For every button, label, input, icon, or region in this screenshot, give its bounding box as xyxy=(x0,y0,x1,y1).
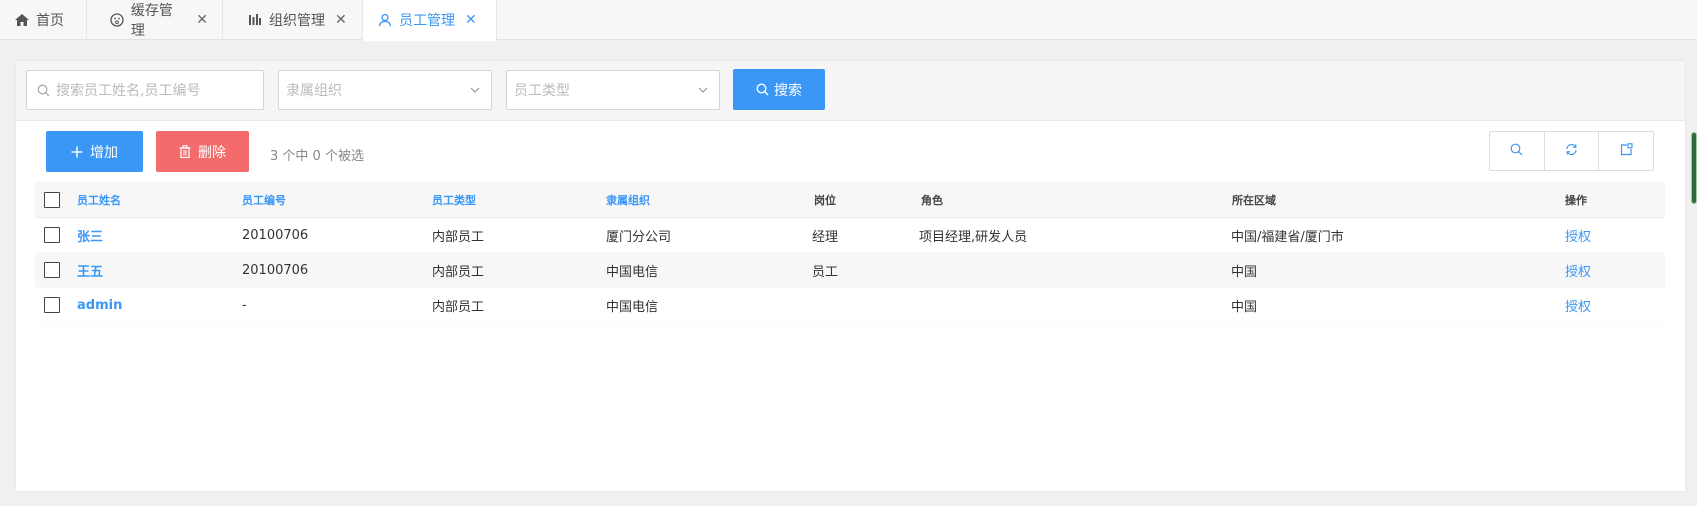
tab-label: 组织管理 xyxy=(269,13,325,29)
cell-type: 内部员工 xyxy=(432,264,485,280)
authorize-link[interactable]: 授权 xyxy=(1565,218,1591,252)
close-icon[interactable]: ✕ xyxy=(465,12,477,28)
header-type[interactable]: 员工类型 xyxy=(432,182,476,217)
cell-role: 项目经理,研发人员 xyxy=(919,229,1028,245)
refresh-icon xyxy=(1565,143,1578,160)
delete-label: 删除 xyxy=(198,144,226,161)
header-name[interactable]: 员工姓名 xyxy=(77,182,121,217)
staff-table: 员工姓名 员工编号 员工类型 隶属组织 岗位 角色 所在区域 操作 张三 201… xyxy=(35,182,1665,323)
row-checkbox[interactable] xyxy=(44,288,60,322)
cell-region: 中国/福建省/厦门市 xyxy=(1231,229,1344,245)
select-all-checkbox[interactable] xyxy=(44,182,60,217)
add-label: 增加 xyxy=(90,144,118,161)
row-checkbox[interactable] xyxy=(44,218,60,252)
table-row: 王五 20100706 内部员工 中国电信 员工 中国 授权 xyxy=(35,253,1665,288)
filter-bar: 搜索员工姓名,员工编号 隶属组织 员工类型 搜索 xyxy=(16,61,1685,121)
header-role: 角色 xyxy=(921,193,943,207)
table-row: admin - 内部员工 中国电信 中国 授权 xyxy=(35,288,1665,323)
cell-code: 20100706 xyxy=(242,227,309,243)
chevron-down-icon xyxy=(469,84,481,100)
export-button[interactable] xyxy=(1599,132,1653,170)
search-button-label: 搜索 xyxy=(774,82,802,99)
cell-post: 员工 xyxy=(812,264,839,280)
org-placeholder: 隶属组织 xyxy=(286,83,342,99)
search-input[interactable]: 搜索员工姓名,员工编号 xyxy=(26,70,264,110)
cell-name[interactable]: 王五 xyxy=(77,253,103,287)
main-panel: 搜索员工姓名,员工编号 隶属组织 员工类型 搜索 增加 删除 3 个中 0 个被… xyxy=(16,61,1685,491)
type-placeholder: 员工类型 xyxy=(514,83,570,99)
cell-code: 20100706 xyxy=(242,262,309,278)
cell-name[interactable]: 张三 xyxy=(77,218,103,252)
cell-type: 内部员工 xyxy=(432,299,485,315)
tab-staff[interactable]: 员工管理 ✕ xyxy=(363,0,497,41)
chevron-down-icon xyxy=(697,84,709,100)
table-header: 员工姓名 员工编号 员工类型 隶属组织 岗位 角色 所在区域 操作 xyxy=(35,182,1665,218)
cell-org: 中国电信 xyxy=(606,299,659,315)
cell-name[interactable]: admin xyxy=(77,288,122,322)
export-icon xyxy=(1620,142,1633,160)
cell-type: 内部员工 xyxy=(432,229,485,245)
plus-icon xyxy=(71,146,83,158)
refresh-button[interactable] xyxy=(1545,132,1600,170)
authorize-link[interactable]: 授权 xyxy=(1565,288,1591,322)
row-checkbox[interactable] xyxy=(44,253,60,287)
tab-org[interactable]: 组织管理 ✕ xyxy=(233,0,363,40)
header-region: 所在区域 xyxy=(1232,193,1276,207)
type-select[interactable]: 员工类型 xyxy=(506,70,720,110)
cell-code: - xyxy=(242,297,247,313)
header-org[interactable]: 隶属组织 xyxy=(606,182,650,217)
add-button[interactable]: 增加 xyxy=(46,131,143,172)
cell-org: 中国电信 xyxy=(606,264,659,280)
search-icon xyxy=(756,83,769,96)
selection-status: 3 个中 0 个被选 xyxy=(270,149,364,164)
authorize-link[interactable]: 授权 xyxy=(1565,253,1591,287)
org-icon xyxy=(247,12,263,28)
cell-region: 中国 xyxy=(1231,299,1258,315)
search-button[interactable]: 搜索 xyxy=(733,69,825,110)
search-icon xyxy=(37,84,50,97)
header-post: 岗位 xyxy=(814,193,836,207)
scrollbar-thumb[interactable] xyxy=(1691,132,1697,204)
header-action: 操作 xyxy=(1565,193,1587,207)
close-icon[interactable]: ✕ xyxy=(196,12,208,28)
cache-icon xyxy=(109,12,125,28)
tab-cache[interactable]: 缓存管理 ✕ xyxy=(95,0,223,40)
tab-bar: 首页 缓存管理 ✕ 组织管理 ✕ 员工管理 ✕ xyxy=(0,0,1697,41)
trash-icon xyxy=(179,145,191,158)
cell-org: 厦门分公司 xyxy=(606,229,672,245)
table-tools xyxy=(1489,131,1654,171)
search-placeholder: 搜索员工姓名,员工编号 xyxy=(56,83,201,99)
delete-button[interactable]: 删除 xyxy=(156,131,249,172)
tab-label: 缓存管理 xyxy=(130,3,173,39)
cell-region: 中国 xyxy=(1231,264,1258,280)
org-select[interactable]: 隶属组织 xyxy=(278,70,492,110)
header-code[interactable]: 员工编号 xyxy=(242,182,286,217)
user-icon xyxy=(377,12,393,28)
tab-home[interactable]: 首页 xyxy=(0,0,87,40)
search-toggle-button[interactable] xyxy=(1490,132,1545,170)
search-icon xyxy=(1510,143,1523,160)
tab-label: 员工管理 xyxy=(399,13,455,29)
table-row: 张三 20100706 内部员工 厦门分公司 经理 项目经理,研发人员 中国/福… xyxy=(35,218,1665,253)
home-icon xyxy=(14,12,30,28)
close-icon[interactable]: ✕ xyxy=(335,12,347,28)
tab-label: 首页 xyxy=(36,13,64,29)
cell-post: 经理 xyxy=(812,229,839,245)
